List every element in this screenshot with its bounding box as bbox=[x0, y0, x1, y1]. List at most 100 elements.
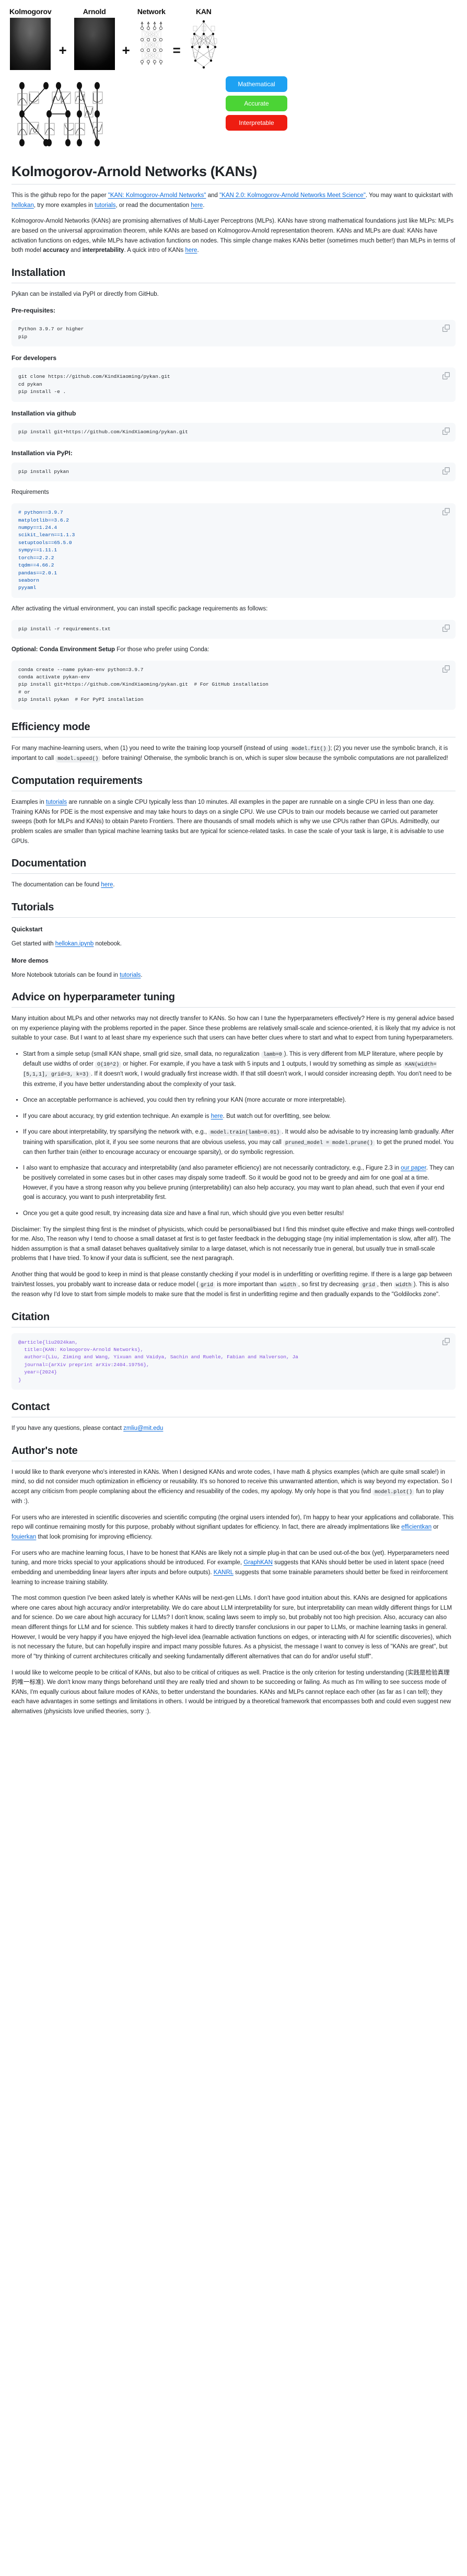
code-model-fit: model.fit() bbox=[289, 745, 329, 753]
efficiency-text: before training! Otherwise, the symbolic… bbox=[100, 755, 448, 761]
hero-arnold: Arnold bbox=[74, 7, 115, 70]
advice-underfitting-paragraph: Another thing that would be good to keep… bbox=[11, 1270, 456, 1299]
arnold-portrait-image bbox=[74, 18, 115, 70]
bold-accuracy: accuracy bbox=[43, 247, 69, 254]
copy-icon[interactable] bbox=[442, 1337, 450, 1345]
copy-icon[interactable] bbox=[442, 325, 450, 332]
link-tutorials[interactable]: tutorials bbox=[120, 972, 141, 978]
heading-citation: Citation bbox=[11, 1311, 456, 1327]
link-graphkan[interactable]: GraphKAN bbox=[243, 1560, 273, 1566]
link-tutorials[interactable]: tutorials bbox=[46, 799, 67, 805]
code-citation: @article{liu2024kan, title={KAN: Kolmogo… bbox=[18, 1339, 298, 1383]
code-block-venv: pip install -r requirements.txt bbox=[11, 619, 456, 639]
copy-icon[interactable] bbox=[442, 665, 450, 673]
link-efficientkan[interactable]: efficientkan bbox=[401, 1524, 431, 1530]
plus-operator-2: + bbox=[122, 42, 130, 58]
moredemos-text: . bbox=[141, 972, 143, 978]
kan-letters-diagram-icon bbox=[17, 82, 103, 146]
copy-icon[interactable] bbox=[442, 624, 450, 632]
code-block-install-pypi: pip install pykan bbox=[11, 463, 456, 482]
link-docs-here[interactable]: here bbox=[191, 202, 203, 209]
documentation-text: The documentation can be found bbox=[11, 882, 101, 888]
link-intro-here[interactable]: here bbox=[185, 247, 197, 253]
quickstart-text: notebook. bbox=[94, 940, 122, 947]
code-block-requirements: # python==3.9.7 matplotlib==3.6.2 numpy=… bbox=[11, 503, 456, 598]
code-pruned-model: pruned_model = model.prune() bbox=[283, 1139, 375, 1147]
code-grid-1: grid bbox=[198, 1281, 215, 1289]
heading-installation: Installation bbox=[11, 267, 456, 283]
contact-text: If you have any questions, please contac… bbox=[11, 1425, 124, 1432]
moredemos-paragraph: More Notebook tutorials can be found in … bbox=[11, 971, 456, 980]
badge-interpretable-label: Interpretable bbox=[239, 119, 274, 126]
link-kan-paper[interactable]: "KAN: Kolmogorov-Arnold Networks" bbox=[108, 192, 206, 199]
badge-accurate-label: Accurate bbox=[244, 100, 269, 107]
heading-computation-requirements: Computation requirements bbox=[11, 775, 456, 792]
badge-mathematical-label: Mathematical bbox=[238, 80, 275, 88]
authors-note-paragraph-3: For users who are machine learning focus… bbox=[11, 1549, 456, 1588]
copy-icon[interactable] bbox=[442, 372, 450, 380]
link-hellokan-notebook[interactable]: hellokan.ipynb bbox=[55, 941, 94, 947]
link-kanrl[interactable]: KANRL bbox=[214, 1569, 234, 1576]
hero-network: Network bbox=[137, 7, 166, 70]
code-width-1: width bbox=[278, 1281, 298, 1289]
hero-kolmogorov: Kolmogorov bbox=[9, 7, 52, 70]
heading-quickstart: Quickstart bbox=[11, 925, 43, 933]
venv-text: After activating the virtual environment… bbox=[11, 605, 268, 612]
advice-text: , then bbox=[377, 1281, 394, 1288]
link-documentation-here[interactable]: here bbox=[101, 882, 113, 888]
moredemos-text: More Notebook tutorials can be found in bbox=[11, 972, 120, 978]
code-block-citation: @article{liu2024kan, title={KAN: Kolmogo… bbox=[11, 1333, 456, 1390]
list-item: Once an acceptable performance is achiev… bbox=[23, 1095, 456, 1105]
readme-body: Kolmogorov-Arnold Networks (KANs) This i… bbox=[0, 164, 467, 1717]
intro-text: , try more examples in bbox=[33, 202, 95, 209]
authors-note-paragraph-2: For users who are interested in scientif… bbox=[11, 1513, 456, 1542]
intro-text: . bbox=[203, 202, 205, 209]
installation-intro: Pykan can be installed via PyPI or direc… bbox=[11, 291, 159, 297]
list-item: If you care about interpretability, try … bbox=[23, 1127, 456, 1157]
code-requirements: # python==3.9.7 matplotlib==3.6.2 numpy=… bbox=[18, 510, 75, 591]
advice-bullet-list: Start from a simple setup (small KAN sha… bbox=[11, 1049, 456, 1219]
authors-note-paragraph-4: The most common question I've been asked… bbox=[11, 1595, 452, 1660]
advice-text: , so first try decreasing bbox=[298, 1281, 360, 1288]
advice-text: is more important than bbox=[215, 1281, 278, 1288]
intro-text: . You may want to quickstart with bbox=[365, 192, 453, 199]
link-fouierkan[interactable]: fouierkan bbox=[11, 1534, 36, 1540]
heading-prerequisites: Pre-requisites: bbox=[11, 307, 56, 315]
intro-text: . bbox=[197, 247, 199, 254]
contact-paragraph: If you have any questions, please contac… bbox=[11, 1424, 456, 1434]
mlp-network-diagram-icon bbox=[140, 21, 162, 65]
code-grid-2: grid bbox=[360, 1281, 377, 1289]
code-venv: pip install -r requirements.txt bbox=[18, 626, 111, 632]
intro-text: and bbox=[206, 192, 220, 199]
conda-env-bold: Conda Environment Setup bbox=[39, 646, 115, 653]
hero-banner: Kolmogorov + Arnold + Network = KAN bbox=[0, 0, 467, 73]
copy-icon[interactable] bbox=[442, 427, 450, 435]
heading-tutorials: Tutorials bbox=[11, 902, 456, 918]
list-item: If you care about accuracy, try grid ext… bbox=[23, 1112, 456, 1122]
copy-icon[interactable] bbox=[442, 508, 450, 516]
equals-operator: = bbox=[172, 42, 181, 58]
intro-text: , or read the documentation bbox=[115, 202, 191, 209]
heading-contact: Contact bbox=[11, 1401, 456, 1418]
link-hellokan[interactable]: hellokan bbox=[11, 202, 34, 209]
page-title: Kolmogorov-Arnold Networks (KANs) bbox=[11, 164, 456, 184]
link-our-paper[interactable]: our paper bbox=[401, 1165, 426, 1171]
code-model-train-lamb: model.train(lamb=0.01) bbox=[208, 1129, 282, 1137]
code-model-speed: model.speed() bbox=[55, 755, 101, 763]
intro-text: This is the github repo for the paper bbox=[11, 192, 108, 199]
code-prerequisites: Python 3.9.7 or higher pip bbox=[18, 326, 84, 340]
code-developers: git clone https://github.com/KindXiaomin… bbox=[18, 374, 170, 395]
conda-rest-text: For those who prefer using Conda: bbox=[115, 646, 209, 653]
authors-note-text: that look promising for improving effici… bbox=[36, 1534, 153, 1541]
copy-icon[interactable] bbox=[442, 467, 450, 475]
link-contact-email[interactable]: zmliu@mit.edu bbox=[123, 1425, 163, 1431]
link-kan2-paper[interactable]: "KAN 2.0: Kolmogorov-Arnold Networks Mee… bbox=[219, 192, 366, 199]
link-tutorials[interactable]: tutorials bbox=[95, 202, 115, 209]
readme-page: Kolmogorov + Arnold + Network = KAN Math… bbox=[0, 0, 467, 1729]
advice-text: . But watch out for overfitting, see bel… bbox=[223, 1113, 331, 1119]
hero-caption-kolmogorov: Kolmogorov bbox=[9, 7, 52, 16]
list-item: I also want to emphasize that accuracy a… bbox=[23, 1163, 456, 1203]
code-lamb-zero: lamb=0 bbox=[261, 1052, 284, 1058]
link-grid-extension-here[interactable]: here bbox=[211, 1113, 223, 1119]
intro-paragraph-2: Kolmogorov-Arnold Networks (KANs) are pr… bbox=[11, 216, 456, 256]
